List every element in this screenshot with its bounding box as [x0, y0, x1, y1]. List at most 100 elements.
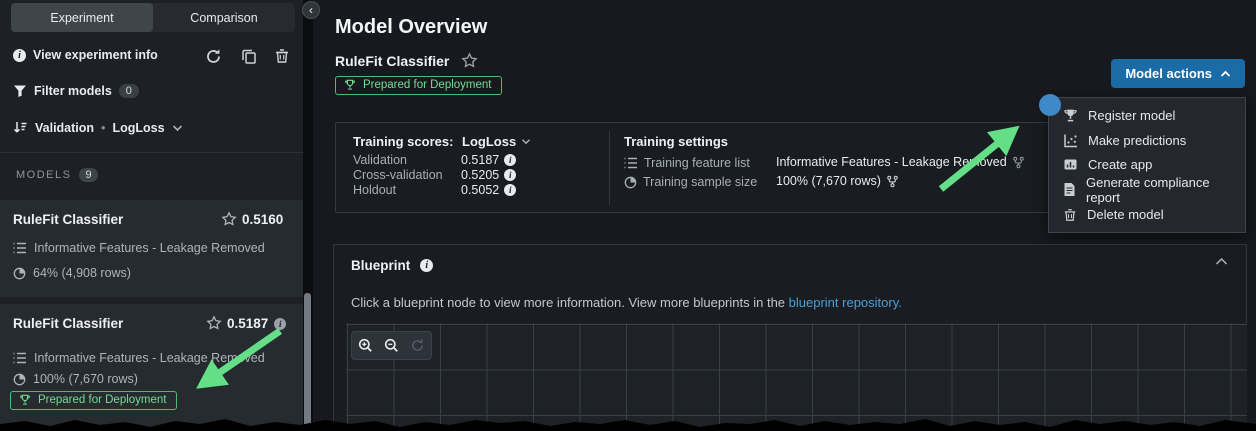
- sort-row[interactable]: Validation • LogLoss: [13, 120, 183, 135]
- star-icon[interactable]: [206, 315, 222, 331]
- menu-item-make-predictions[interactable]: Make predictions: [1049, 128, 1245, 153]
- setting-row: Training sample size: [624, 175, 757, 189]
- refresh-icon[interactable]: [205, 48, 223, 66]
- setting-row: Training feature list: [624, 156, 750, 170]
- document-icon: [1063, 182, 1076, 197]
- sort-icon: [13, 120, 28, 135]
- star-icon[interactable]: [221, 211, 237, 227]
- blueprint-zoom-toolbar: [351, 331, 432, 360]
- blueprint-header: Blueprint: [351, 258, 433, 273]
- model-actions-button[interactable]: Model actions: [1111, 59, 1245, 88]
- info-icon[interactable]: [504, 184, 516, 196]
- zoom-in-icon[interactable]: [354, 335, 376, 357]
- model-list-item[interactable]: RuleFit Classifier 0.5187 Informative Fe…: [0, 304, 303, 431]
- zoom-out-icon[interactable]: [380, 335, 402, 357]
- model-overview-main: Model Overview RuleFit Classifier Prepar…: [313, 0, 1256, 431]
- panel-divider: [609, 131, 610, 205]
- models-count-badge: 9: [79, 168, 97, 182]
- trash-icon[interactable]: [274, 48, 292, 66]
- model-name: RuleFit Classifier: [13, 316, 123, 331]
- score-value: 0.5187: [461, 153, 516, 167]
- score-row: Validation 0.5187: [353, 153, 516, 167]
- experiment-sidebar: Experiment Comparison View experiment in…: [0, 0, 303, 431]
- model-name: RuleFit Classifier: [335, 53, 449, 69]
- branch-icon[interactable]: [1012, 156, 1025, 169]
- models-header: MODELS 9: [16, 168, 98, 182]
- collapse-sidebar-button[interactable]: ‹: [302, 1, 320, 19]
- score-label: Cross-validation: [353, 168, 455, 182]
- app-icon: [1063, 157, 1078, 172]
- model-name-row: RuleFit Classifier: [335, 52, 478, 69]
- sidebar-tabbar: Experiment Comparison: [11, 3, 295, 32]
- tab-experiment[interactable]: Experiment: [11, 3, 153, 32]
- chevron-up-icon: [1220, 70, 1231, 78]
- trophy-icon: [1063, 108, 1078, 123]
- menu-item-label: Make predictions: [1088, 133, 1186, 148]
- pie-icon: [624, 176, 637, 189]
- metric-label: LogLoss: [462, 134, 516, 149]
- feature-list-icon: [13, 352, 27, 364]
- sample-size-row: 100% (7,670 rows): [13, 372, 138, 386]
- setting-value-row: Informative Features - Leakage Removed: [776, 155, 1025, 169]
- blueprint-canvas[interactable]: [346, 323, 1247, 431]
- trophy-icon: [19, 394, 31, 406]
- training-scores-header: Training scores: LogLoss: [353, 134, 531, 149]
- score-row: Holdout 0.5052: [353, 183, 516, 197]
- menu-item-delete-model[interactable]: Delete model: [1049, 202, 1245, 227]
- setting-value: 100% (7,670 rows): [776, 174, 881, 188]
- menu-item-label: Delete model: [1087, 207, 1164, 222]
- feature-list-value: Informative Features - Leakage Removed: [34, 241, 265, 255]
- model-list-item[interactable]: RuleFit Classifier 0.5160 Informative Fe…: [0, 200, 303, 297]
- blueprint-panel: Blueprint Click a blueprint node to view…: [333, 244, 1247, 431]
- setting-value: Informative Features - Leakage Removed: [776, 155, 1007, 169]
- model-actions-label: Model actions: [1125, 66, 1212, 81]
- setting-label: Training feature list: [644, 156, 750, 170]
- reset-view-icon[interactable]: [407, 335, 429, 357]
- info-icon[interactable]: [504, 169, 516, 181]
- model-score: 0.5187: [227, 316, 268, 331]
- info-icon[interactable]: [504, 154, 516, 166]
- blueprint-title: Blueprint: [351, 258, 410, 273]
- branch-icon[interactable]: [886, 175, 899, 188]
- funnel-icon: [13, 84, 27, 98]
- sidebar-scrollbar[interactable]: [304, 293, 311, 431]
- sample-size-value: 64% (4,908 rows): [33, 266, 131, 280]
- blueprint-repository-link[interactable]: blueprint repository.: [789, 295, 902, 310]
- model-name: RuleFit Classifier: [13, 212, 123, 227]
- menu-item-create-app[interactable]: Create app: [1049, 153, 1245, 178]
- deployment-badge: Prepared for Deployment: [335, 76, 502, 95]
- menu-item-label: Register model: [1088, 108, 1175, 123]
- collapse-blueprint-icon[interactable]: [1215, 257, 1228, 266]
- menu-item-label: Create app: [1088, 157, 1152, 172]
- separator-dot: •: [101, 121, 105, 135]
- feature-list-row: Informative Features - Leakage Removed: [13, 241, 265, 255]
- deployment-badge-label: Prepared for Deployment: [38, 394, 166, 406]
- info-icon[interactable]: [274, 318, 286, 330]
- pie-icon: [13, 267, 26, 280]
- menu-item-label: Generate compliance report: [1086, 175, 1245, 205]
- sample-size-row: 64% (4,908 rows): [13, 266, 131, 280]
- blueprint-description: Click a blueprint node to view more info…: [351, 295, 902, 310]
- feature-list-value: Informative Features - Leakage Removed: [34, 351, 265, 365]
- chevron-down-icon: [521, 138, 531, 145]
- page-title: Model Overview: [335, 16, 487, 39]
- filter-models-row[interactable]: Filter models 0: [13, 84, 139, 98]
- filter-models-label: Filter models: [34, 84, 112, 98]
- tab-comparison[interactable]: Comparison: [153, 3, 295, 32]
- setting-label: Training sample size: [643, 175, 757, 189]
- deployment-badge: Prepared for Deployment: [10, 391, 177, 410]
- metric-selector[interactable]: LogLoss: [462, 134, 531, 149]
- feature-list-row: Informative Features - Leakage Removed: [13, 351, 265, 365]
- menu-item-register-model[interactable]: Register model: [1049, 103, 1245, 128]
- score-label: Validation: [353, 153, 455, 167]
- setting-value-row: 100% (7,670 rows): [776, 174, 899, 188]
- star-icon[interactable]: [461, 52, 478, 69]
- predictions-chart-icon: [1063, 133, 1078, 148]
- score-label: Holdout: [353, 183, 455, 197]
- filter-count-badge: 0: [119, 84, 139, 98]
- score-value: 0.5052: [461, 183, 516, 197]
- menu-item-generate-compliance-report[interactable]: Generate compliance report: [1049, 177, 1245, 202]
- copy-icon[interactable]: [241, 48, 259, 66]
- model-score-row: 0.5187: [227, 316, 286, 331]
- info-icon[interactable]: [420, 259, 433, 272]
